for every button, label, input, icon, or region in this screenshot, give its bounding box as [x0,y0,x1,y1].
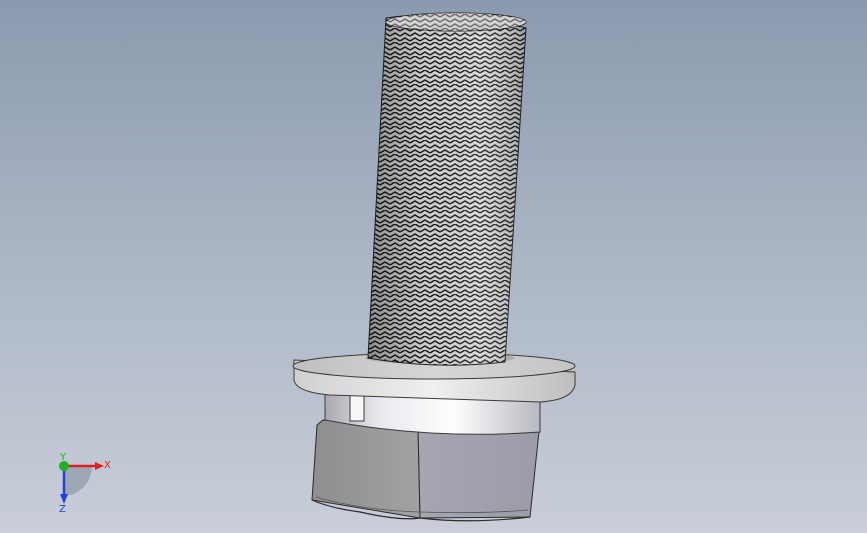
x-axis-label: X [104,460,111,471]
x-axis-arrow [95,462,104,470]
threaded-shaft[interactable] [367,12,527,366]
y-axis-label: Y [59,452,67,463]
coordinate-triad: X Y Z [59,452,111,515]
triad-plane-shade [65,466,93,496]
hex-nut[interactable] [311,419,541,522]
z-axis-arrow [60,494,68,504]
bolt-model[interactable] [0,0,867,533]
z-axis-label: Z [59,504,66,515]
graphics-viewport[interactable]: X Y Z [0,0,867,533]
